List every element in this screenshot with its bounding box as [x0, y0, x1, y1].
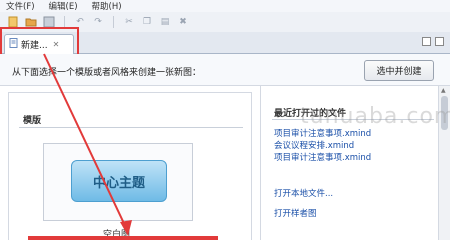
menu-help[interactable]: 帮助(H): [92, 0, 122, 12]
recent-file-link[interactable]: 会议议程安排.xmind: [274, 140, 371, 152]
delete-icon[interactable]: ✖: [176, 15, 190, 29]
prompt-text: 从下面选择一个模版或者风格来创建一张新图：: [12, 68, 202, 78]
watermark: tunuaba.com: [300, 104, 450, 129]
copy-icon[interactable]: ❐: [140, 15, 154, 29]
menu-edit[interactable]: 编辑(E): [49, 0, 78, 12]
recent-file-link[interactable]: 项目审计注意事项.xmind: [274, 152, 371, 164]
menu-bar: 文件(F) 编辑(E) 帮助(H): [0, 0, 450, 12]
open-sample-link[interactable]: 打开样者图: [274, 208, 333, 220]
recent-files-list: 项目审计注意事项.xmind 会议议程安排.xmind 项目审计注意事项.xmi…: [274, 128, 371, 164]
pane-divider: [260, 86, 261, 240]
scroll-up-icon[interactable]: ▲: [441, 87, 446, 94]
prompt-bar: 从下面选择一个模版或者风格来创建一张新图： 选中并创建: [0, 54, 450, 86]
window-controls: [422, 37, 444, 46]
highlight-box-bottom: [28, 236, 218, 240]
redo-icon[interactable]: ↷: [91, 15, 105, 29]
section-divider: [19, 127, 243, 128]
toolbar-separator: [113, 16, 114, 28]
minimize-icon[interactable]: [422, 37, 431, 46]
templates-title: 模版: [23, 116, 42, 126]
new-document-panel: 从下面选择一个模版或者风格来创建一张新图： 选中并创建 模版 中心主题 空白图 …: [0, 54, 450, 240]
recent-file-link[interactable]: 项目审计注意事项.xmind: [274, 128, 371, 140]
paste-icon[interactable]: ▤: [158, 15, 172, 29]
maximize-icon[interactable]: [435, 37, 444, 46]
select-and-create-button[interactable]: 选中并创建: [364, 60, 434, 81]
cut-icon[interactable]: ✂: [122, 15, 136, 29]
file-actions: 打开本地文件... 打开样者图: [274, 188, 333, 228]
central-topic-node: 中心主题: [71, 160, 167, 202]
tab-highlight-box: [0, 27, 79, 57]
menu-file[interactable]: 文件(F): [6, 0, 35, 12]
open-local-file-link[interactable]: 打开本地文件...: [274, 188, 333, 200]
templates-pane: 模版 中心主题 空白图: [8, 92, 252, 240]
blank-template-thumbnail[interactable]: 中心主题: [43, 143, 193, 221]
